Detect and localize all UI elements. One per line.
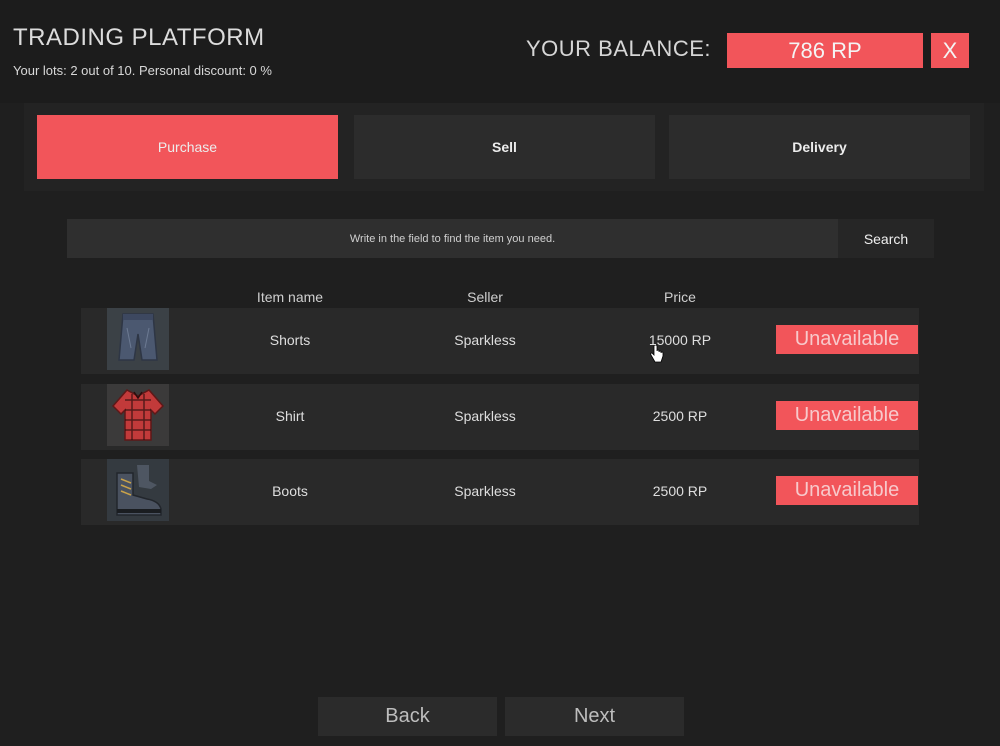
search-input[interactable] (67, 219, 838, 258)
tab-delivery[interactable]: Delivery (669, 115, 970, 179)
table-row: Shorts Sparkless 15000 RP Unavailable (81, 308, 919, 374)
tab-purchase[interactable]: Purchase (37, 115, 338, 179)
back-button[interactable]: Back (318, 697, 497, 736)
seller-name: Sparkless (454, 408, 516, 424)
column-header-item-name: Item name (256, 289, 324, 305)
page-title: TRADING PLATFORM (13, 24, 265, 51)
boots-icon (107, 459, 169, 521)
table-row: Boots Sparkless 2500 RP Unavailable (81, 459, 919, 525)
close-button[interactable]: X (931, 33, 969, 68)
seller-name: Sparkless (454, 483, 516, 499)
item-name: Boots (272, 483, 308, 499)
seller-name: Sparkless (454, 332, 516, 348)
shorts-icon (107, 308, 169, 370)
shirt-icon (107, 384, 169, 446)
balance-value: 786 RP (727, 33, 923, 68)
unavailable-button[interactable]: Unavailable (776, 401, 918, 430)
unavailable-button[interactable]: Unavailable (776, 476, 918, 505)
hand-cursor-icon (650, 344, 664, 365)
lots-info: Your lots: 2 out of 10. Personal discoun… (13, 63, 272, 78)
balance-label: YOUR BALANCE: (526, 36, 711, 61)
item-price: 2500 RP (652, 483, 708, 499)
tab-sell[interactable]: Sell (354, 115, 655, 179)
unavailable-button[interactable]: Unavailable (776, 325, 918, 354)
item-price: 2500 RP (652, 408, 708, 424)
column-header-seller: Seller (467, 289, 503, 305)
search-button[interactable]: Search (838, 219, 934, 258)
table-row: Shirt Sparkless 2500 RP Unavailable (81, 384, 919, 450)
item-name: Shirt (275, 408, 305, 424)
next-button[interactable]: Next (505, 697, 684, 736)
column-header-price: Price (664, 289, 696, 305)
item-name: Shorts (269, 332, 311, 348)
